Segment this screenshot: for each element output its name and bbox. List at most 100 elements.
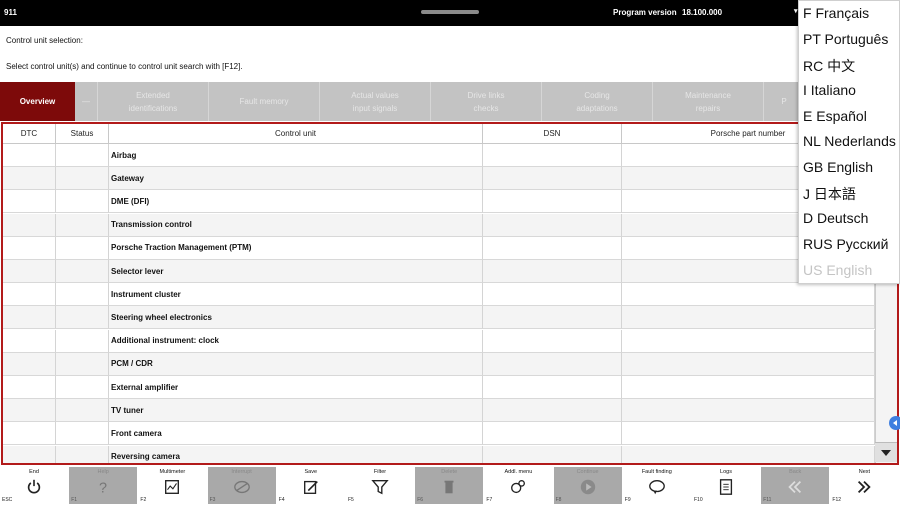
table-row[interactable]: Selector lever	[3, 260, 875, 283]
table-row[interactable]: Airbag	[3, 144, 875, 167]
column-header-dsn[interactable]: DSN	[483, 124, 622, 144]
control-unit-cell: PCM / CDR	[109, 352, 483, 376]
power-icon	[25, 478, 43, 496]
language-option-russian[interactable]: RUS Русский	[803, 236, 888, 252]
question-icon: ?	[94, 478, 112, 496]
tab-extended-identifications[interactable]: Extended identifications	[98, 82, 209, 121]
fkey-shortcut: F10	[694, 497, 703, 503]
fkey-label: End	[29, 469, 39, 475]
language-option-espanol[interactable]: E Español	[803, 108, 867, 124]
language-option-portugues[interactable]: PT Português	[803, 31, 888, 47]
side-panel-handle-icon[interactable]	[889, 416, 900, 430]
status-cell	[56, 329, 109, 353]
fkey-label: Continue	[576, 469, 599, 475]
control-unit-table: DTC Status Control unit DSN Porsche part…	[1, 122, 899, 465]
dsn-cell	[483, 260, 622, 283]
language-option-deutsch[interactable]: D Deutsch	[803, 210, 868, 226]
function-key-bar: End ESC Help? F1 Multimeter F2 Interrupt F3 Save…	[0, 466, 900, 505]
fkey-shortcut: F8	[555, 497, 562, 503]
back-icon	[786, 478, 804, 496]
fkey-label: Multimeter	[159, 469, 186, 475]
fkey-label: Filter	[373, 469, 387, 475]
fkey-f7-button[interactable]: Addl. menu F7	[484, 467, 553, 504]
tab-maintenance-repairs[interactable]: Maintenance repairs	[653, 82, 764, 121]
table-row[interactable]: External amplifier	[3, 376, 875, 399]
dsn-cell	[483, 190, 622, 214]
language-option-francais[interactable]: F Français	[803, 5, 869, 21]
table-row[interactable]: TV tuner	[3, 399, 875, 423]
dtc-cell	[3, 260, 56, 283]
part-number-cell	[622, 376, 875, 399]
table-row[interactable]: Reversing camera	[3, 445, 875, 463]
fkey-label: Delete	[441, 469, 458, 475]
fkey-label: Next	[858, 469, 871, 475]
filter-icon	[371, 478, 389, 496]
table-row[interactable]: PCM / CDR	[3, 352, 875, 376]
fkey-f8-button: Continue F8	[553, 467, 622, 504]
tab-collapsed[interactable]: —	[75, 82, 98, 121]
status-cell	[56, 260, 109, 283]
tab-drive-links[interactable]: Drive links checks	[431, 82, 542, 121]
dsn-cell	[483, 144, 622, 167]
column-header-control-unit[interactable]: Control unit	[109, 124, 483, 144]
fkey-f2-button[interactable]: Multimeter F2	[138, 467, 207, 504]
instruction-text: Select control unit(s) and continue to c…	[6, 62, 243, 71]
part-number-cell	[622, 352, 875, 376]
table-row[interactable]: Gateway	[3, 167, 875, 191]
fkey-shortcut: ESC	[2, 497, 13, 503]
dtc-cell	[3, 445, 56, 463]
dtc-cell	[3, 329, 56, 353]
table-row[interactable]: DME (DFI)	[3, 190, 875, 214]
language-option-chinese[interactable]: RC 中文	[803, 56, 855, 76]
program-version-value: 18.100.000	[682, 8, 723, 17]
delete-icon	[440, 478, 458, 496]
dsn-cell	[483, 329, 622, 353]
fkey-label: Interrupt	[231, 469, 252, 475]
save-icon	[302, 478, 320, 496]
column-header-dtc[interactable]: DTC	[3, 124, 56, 144]
window-grip-handle[interactable]	[421, 10, 479, 14]
language-option-nederlands[interactable]: NL Nederlands	[803, 133, 896, 149]
control-unit-cell: Porsche Traction Management (PTM)	[109, 236, 483, 260]
part-number-cell	[622, 283, 875, 307]
vehicle-model: 911	[4, 8, 17, 17]
dtc-cell	[3, 352, 56, 376]
fkey-f9-button[interactable]: Fault finding F9	[622, 467, 691, 504]
dtc-cell	[3, 376, 56, 399]
fkey-esc-button[interactable]: End ESC	[0, 467, 68, 504]
column-header-status[interactable]: Status	[56, 124, 109, 144]
language-menu: F Français PT Português RC 中文 I Italiano…	[798, 0, 900, 284]
language-option-japanese[interactable]: J 日本語	[803, 184, 856, 204]
tab-actual-values[interactable]: Actual values input signals	[320, 82, 431, 121]
table-row[interactable]: Steering wheel electronics	[3, 306, 875, 330]
fkey-shortcut: F4	[278, 497, 285, 503]
tab-coding-adaptations[interactable]: Coding adaptations	[542, 82, 653, 121]
fkey-f4-button[interactable]: Save F4	[276, 467, 345, 504]
control-unit-cell: Steering wheel electronics	[109, 306, 483, 330]
tab-overview[interactable]: Overview	[0, 82, 75, 121]
status-cell	[56, 422, 109, 446]
fkey-shortcut: F6	[417, 497, 424, 503]
language-dropdown-arrow-icon[interactable]: ▾	[794, 7, 798, 15]
tab-fault-memory[interactable]: Fault memory	[209, 82, 320, 121]
language-option-italiano[interactable]: I Italiano	[803, 82, 856, 98]
status-cell	[56, 144, 109, 167]
table-row[interactable]: Transmission control	[3, 213, 875, 237]
svg-text:?: ?	[99, 480, 107, 496]
table-row[interactable]: Front camera	[3, 422, 875, 446]
dsn-cell	[483, 376, 622, 399]
dsn-cell	[483, 306, 622, 330]
fkey-f10-button[interactable]: Logs F10	[692, 467, 760, 504]
dtc-cell	[3, 306, 56, 330]
control-unit-cell: Front camera	[109, 422, 483, 446]
table-row[interactable]: Instrument cluster	[3, 283, 875, 307]
status-cell	[56, 376, 109, 399]
scroll-down-button[interactable]	[875, 442, 897, 462]
additional-menu-icon	[509, 478, 527, 496]
fkey-f12-button[interactable]: Next F12	[830, 467, 899, 504]
fkey-f5-button[interactable]: Filter F5	[346, 467, 414, 504]
table-row[interactable]: Porsche Traction Management (PTM)	[3, 236, 875, 260]
language-option-gb-english[interactable]: GB English	[803, 159, 873, 175]
table-row[interactable]: Additional instrument: clock	[3, 329, 875, 353]
fkey-f6-button: Delete F6	[415, 467, 484, 504]
